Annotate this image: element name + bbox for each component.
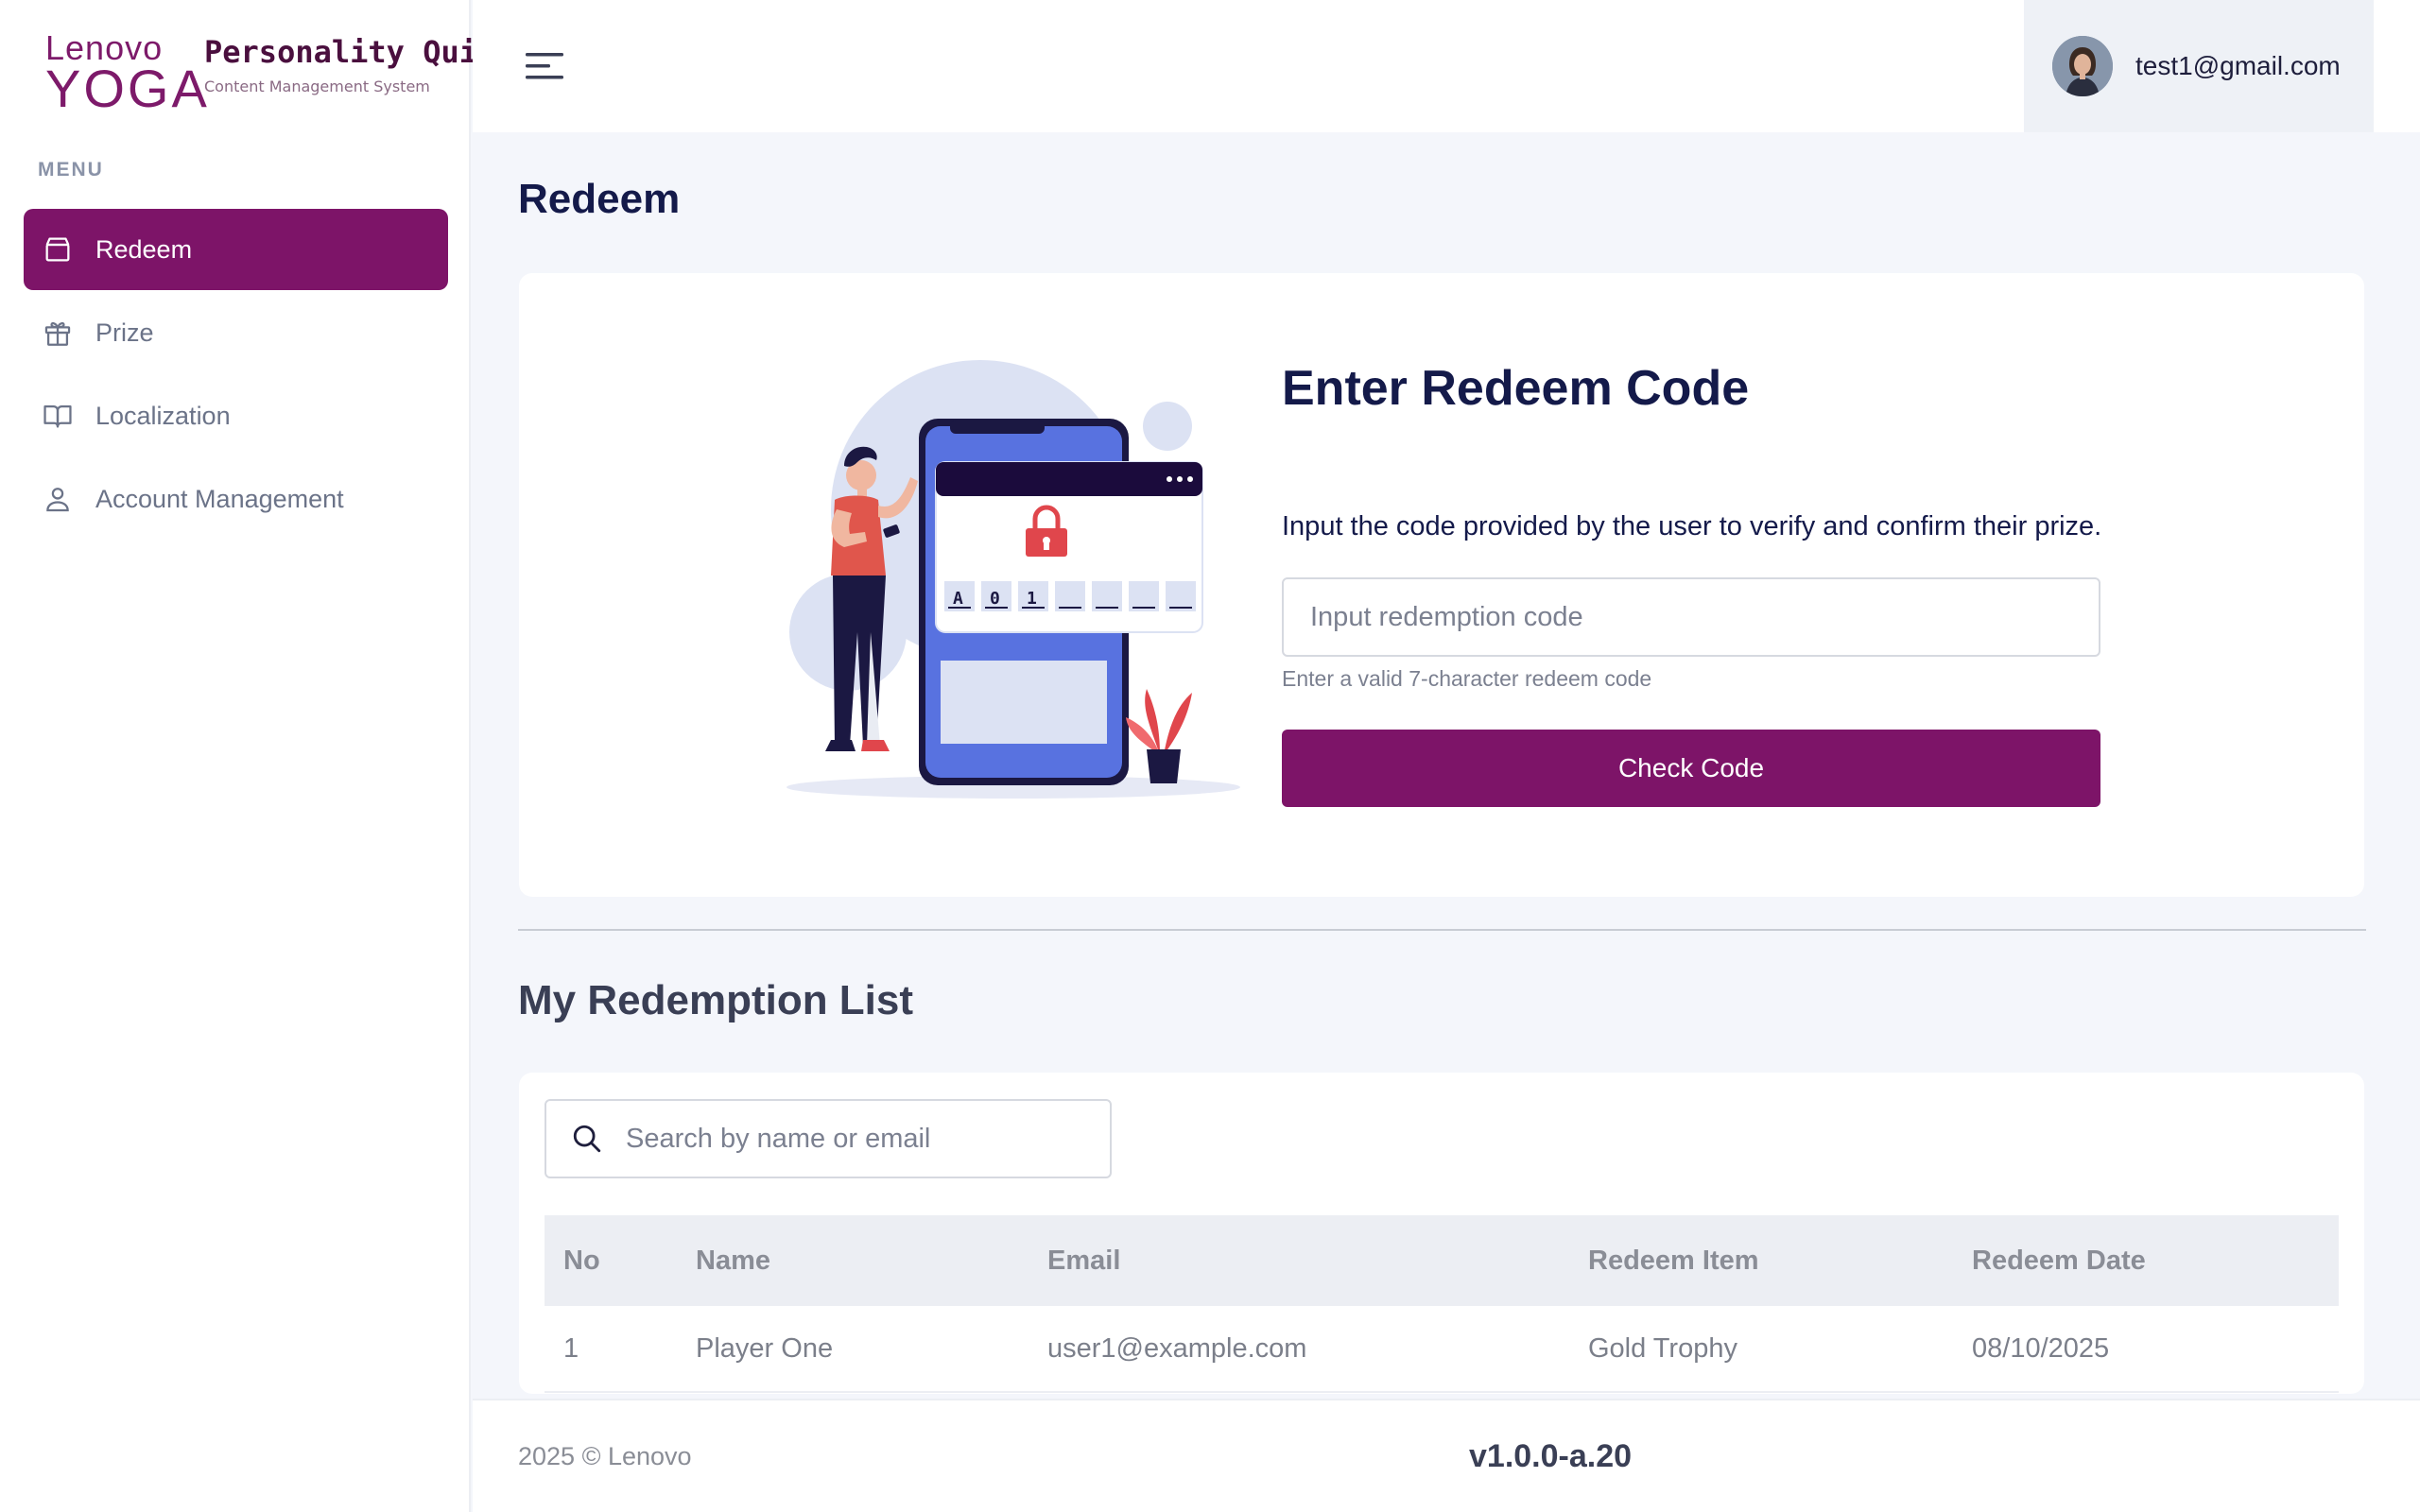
search-input[interactable] bbox=[626, 1123, 1098, 1155]
brand-logo[interactable]: Lenovo YOGA Personality Quiz Content Man… bbox=[45, 28, 495, 118]
search-box[interactable] bbox=[544, 1099, 1112, 1178]
cell-email: user1@example.com bbox=[1047, 1332, 1307, 1364]
redeem-description: Input the code provided by the user to v… bbox=[1282, 511, 2102, 541]
footer: 2025 © Lenovo v1.0.0-a.20 bbox=[473, 1399, 2420, 1512]
box-icon bbox=[41, 232, 75, 266]
redemption-table: No Name Email Redeem Item Redeem Date 1 … bbox=[544, 1215, 2339, 1393]
logo-yoga-text: YOGA bbox=[45, 59, 210, 118]
sidebar-item-redeem[interactable]: Redeem bbox=[24, 209, 448, 290]
table-header: No Name Email Redeem Item Redeem Date bbox=[544, 1215, 2339, 1306]
cell-name: Player One bbox=[696, 1332, 834, 1364]
sidebar-item-label: Localization bbox=[95, 401, 231, 430]
avatar bbox=[2052, 36, 2113, 96]
redemption-list-card: No Name Email Redeem Item Redeem Date 1 … bbox=[519, 1073, 2364, 1394]
section-divider bbox=[518, 929, 2366, 931]
user-email: test1@gmail.com bbox=[2135, 51, 2341, 80]
sidebar-item-label: Prize bbox=[95, 318, 154, 347]
sidebar-item-prize[interactable]: Prize bbox=[24, 292, 448, 373]
sidebar-item-account-management[interactable]: Account Management bbox=[24, 458, 448, 540]
column-header-name[interactable]: Name bbox=[677, 1246, 1028, 1277]
user-menu[interactable]: test1@gmail.com bbox=[2024, 0, 2374, 132]
book-icon bbox=[41, 399, 75, 433]
copyright-text: 2025 © Lenovo bbox=[518, 1442, 692, 1470]
table-row[interactable]: 1 Player One user1@example.com Gold Trop… bbox=[544, 1306, 2339, 1393]
top-header: test1@gmail.com bbox=[473, 0, 2420, 132]
svg-text:0: 0 bbox=[990, 589, 1000, 609]
version-label: v1.0.0-a.20 bbox=[1469, 1438, 1633, 1474]
page-title: Redeem bbox=[518, 176, 681, 222]
sidebar-item-label: Redeem bbox=[95, 234, 193, 264]
menu-heading: MENU bbox=[38, 159, 104, 180]
redemption-code-input[interactable] bbox=[1282, 577, 2100, 657]
cell-redeem-date: 08/10/2025 bbox=[1972, 1332, 2110, 1364]
app-subtitle: Content Management System bbox=[204, 77, 430, 95]
svg-text:A: A bbox=[953, 589, 963, 609]
redeem-card: A 0 1 Enter Redeem Code Input the code p… bbox=[519, 273, 2364, 897]
column-header-redeem-date[interactable]: Redeem Date bbox=[1953, 1246, 2339, 1277]
svg-text:1: 1 bbox=[1027, 589, 1037, 609]
cell-redeem-item: Gold Trophy bbox=[1588, 1332, 1737, 1364]
app-title: Personality Quiz bbox=[204, 34, 496, 70]
redeem-heading: Enter Redeem Code bbox=[1282, 361, 1750, 416]
column-header-email[interactable]: Email bbox=[1028, 1246, 1569, 1277]
hamburger-icon[interactable] bbox=[526, 49, 563, 83]
search-icon bbox=[573, 1125, 601, 1153]
sidebar-item-localization[interactable]: Localization bbox=[24, 375, 448, 456]
cell-no: 1 bbox=[563, 1332, 579, 1364]
column-header-redeem-item[interactable]: Redeem Item bbox=[1569, 1246, 1953, 1277]
check-code-button[interactable]: Check Code bbox=[1282, 730, 2100, 807]
redemption-list-title: My Redemption List bbox=[518, 977, 914, 1023]
redeem-illustration: A 0 1 bbox=[782, 358, 1245, 802]
user-icon bbox=[41, 482, 75, 516]
sidebar-item-label: Account Management bbox=[95, 484, 344, 513]
column-header-no[interactable]: No bbox=[544, 1246, 677, 1277]
sidebar: Lenovo YOGA Personality Quiz Content Man… bbox=[0, 0, 495, 1512]
gift-icon bbox=[41, 316, 75, 350]
sidebar-nav: Redeem Prize Localization Account Manage… bbox=[24, 209, 448, 541]
code-input-hint: Enter a valid 7-character redeem code bbox=[1282, 666, 1652, 691]
